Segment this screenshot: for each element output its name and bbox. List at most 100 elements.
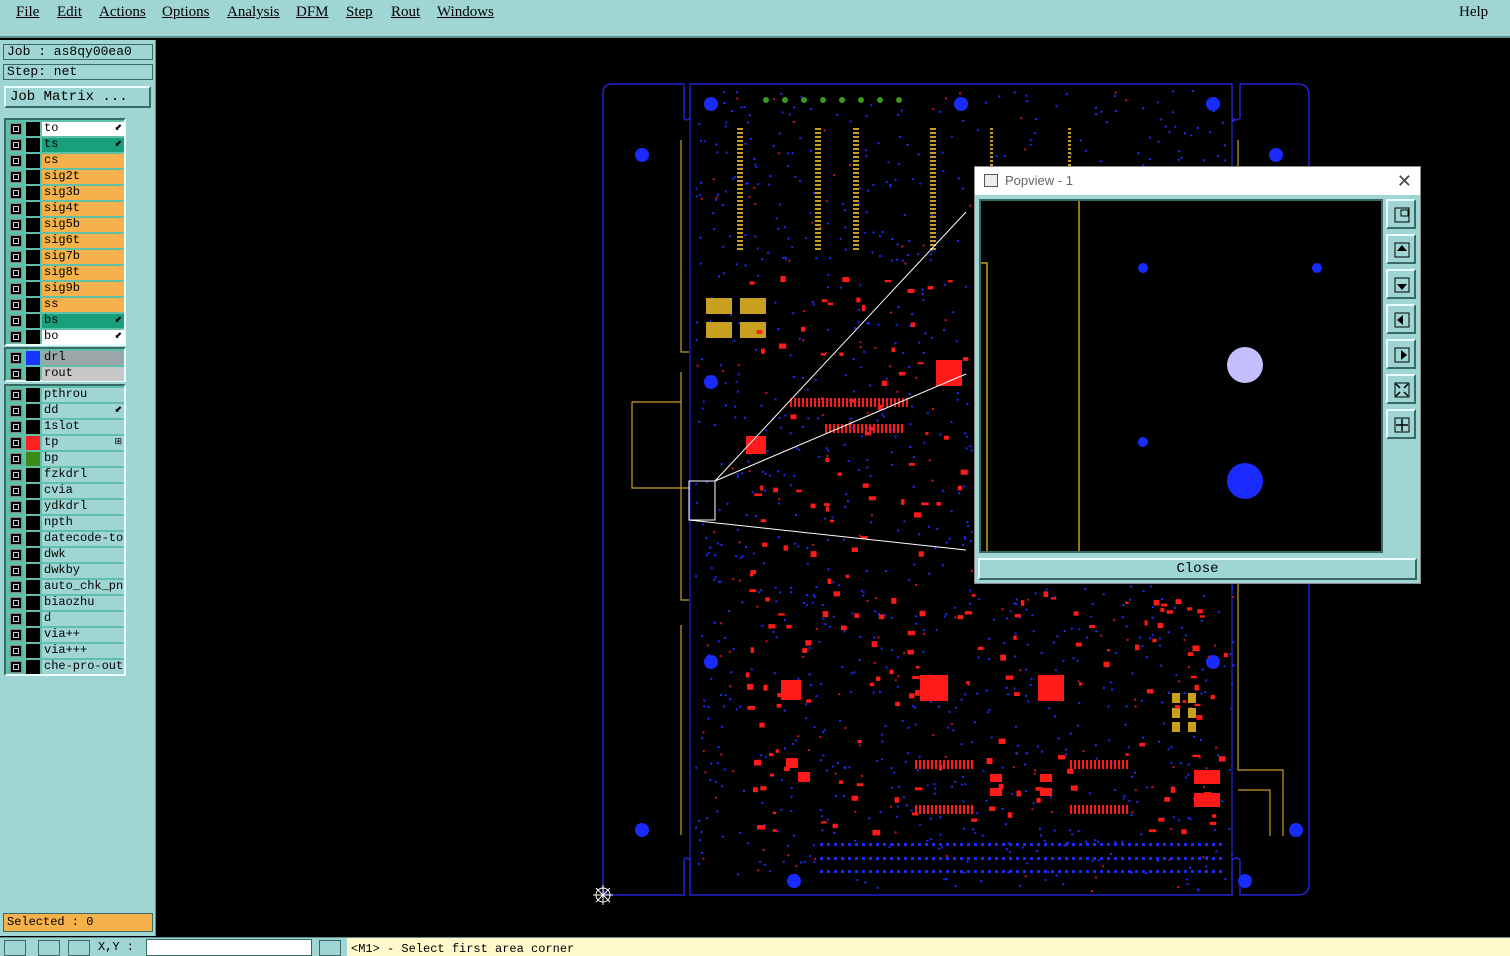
layer-checkbox[interactable] bbox=[10, 549, 22, 561]
layer-row-dwkby[interactable]: dwkby bbox=[8, 564, 124, 579]
layer-row-bo[interactable]: bo ⬋ bbox=[8, 330, 124, 345]
layer-color-swatch[interactable] bbox=[26, 154, 40, 168]
layer-name[interactable]: to ⬋ bbox=[42, 122, 124, 136]
layer-row-che-pro-out[interactable]: che-pro-out bbox=[8, 660, 124, 675]
layer-checkbox[interactable] bbox=[10, 485, 22, 497]
layer-name[interactable]: sig2t bbox=[42, 170, 124, 184]
layer-checkbox[interactable] bbox=[10, 421, 22, 433]
layer-color-swatch[interactable] bbox=[26, 436, 40, 450]
layer-color-swatch[interactable] bbox=[26, 532, 40, 546]
popview-close-button[interactable]: Close bbox=[978, 558, 1417, 580]
layer-color-swatch[interactable] bbox=[26, 484, 40, 498]
menu-help[interactable]: Help bbox=[1459, 4, 1488, 21]
layer-name[interactable]: drl bbox=[42, 351, 124, 365]
layer-color-swatch[interactable] bbox=[26, 404, 40, 418]
layer-row-drl[interactable]: drl bbox=[8, 351, 124, 366]
layer-color-swatch[interactable] bbox=[26, 186, 40, 200]
layer-color-swatch[interactable] bbox=[26, 170, 40, 184]
layer-checkbox[interactable] bbox=[10, 469, 22, 481]
layer-name[interactable]: ydkdrl bbox=[42, 500, 124, 514]
layer-name[interactable]: dwk bbox=[42, 548, 124, 562]
layer-name[interactable]: via++ bbox=[42, 628, 124, 642]
layer-row-ts[interactable]: ts ⬋ bbox=[8, 138, 124, 153]
pan-down-icon[interactable] bbox=[1386, 269, 1416, 299]
layer-color-swatch[interactable] bbox=[26, 420, 40, 434]
layer-checkbox[interactable] bbox=[10, 533, 22, 545]
layer-checkbox[interactable] bbox=[10, 389, 22, 401]
layer-name[interactable]: dwkby bbox=[42, 564, 124, 578]
layer-name[interactable]: ss bbox=[42, 298, 124, 312]
layer-name[interactable]: biaozhu bbox=[42, 596, 124, 610]
layer-checkbox[interactable] bbox=[10, 171, 22, 183]
layer-row-via+++[interactable]: via+++ bbox=[8, 644, 124, 659]
layer-name[interactable]: sig8t bbox=[42, 266, 124, 280]
zoom-out-icon[interactable] bbox=[1386, 409, 1416, 439]
pan-right-icon[interactable] bbox=[1386, 339, 1416, 369]
layer-row-pthrou[interactable]: pthrou bbox=[8, 388, 124, 403]
layer-color-swatch[interactable] bbox=[26, 122, 40, 136]
layer-row-sig2t[interactable]: sig2t bbox=[8, 170, 124, 185]
layer-checkbox[interactable] bbox=[10, 267, 22, 279]
layer-color-swatch[interactable] bbox=[26, 234, 40, 248]
menu-file[interactable]: File bbox=[16, 4, 39, 21]
layer-row-auto_chk_pn[interactable]: auto_chk_pn bbox=[8, 580, 124, 595]
pan-left-icon[interactable] bbox=[1386, 304, 1416, 334]
layer-name[interactable]: via+++ bbox=[42, 644, 124, 658]
menu-dfm[interactable]: DFM bbox=[296, 4, 329, 21]
layer-color-swatch[interactable] bbox=[26, 330, 40, 344]
layer-color-swatch[interactable] bbox=[26, 367, 40, 381]
layer-checkbox[interactable] bbox=[10, 203, 22, 215]
layer-checkbox[interactable] bbox=[10, 501, 22, 513]
layer-row-bp[interactable]: bp bbox=[8, 452, 124, 467]
layer-name[interactable]: ts ⬋ bbox=[42, 138, 124, 152]
layer-row-1slot[interactable]: 1slot bbox=[8, 420, 124, 435]
menu-options[interactable]: Options bbox=[162, 4, 210, 21]
layer-checkbox[interactable] bbox=[10, 597, 22, 609]
layer-checkbox[interactable] bbox=[10, 405, 22, 417]
pan-up-icon[interactable] bbox=[1386, 234, 1416, 264]
layer-name[interactable]: datecode-to bbox=[42, 532, 124, 546]
menu-windows[interactable]: Windows bbox=[437, 4, 494, 21]
layer-name[interactable]: sig4t bbox=[42, 202, 124, 216]
layer-checkbox[interactable] bbox=[10, 453, 22, 465]
menu-analysis[interactable]: Analysis bbox=[227, 4, 280, 21]
layer-color-swatch[interactable] bbox=[26, 468, 40, 482]
layer-name[interactable]: dd ⬋ bbox=[42, 404, 124, 418]
layer-row-sig3b[interactable]: sig3b bbox=[8, 186, 124, 201]
layer-color-swatch[interactable] bbox=[26, 202, 40, 216]
layer-checkbox[interactable] bbox=[10, 331, 22, 343]
layer-row-tp[interactable]: tp ⊞ bbox=[8, 436, 124, 451]
layer-color-swatch[interactable] bbox=[26, 266, 40, 280]
layer-name[interactable]: rout bbox=[42, 367, 124, 381]
layer-checkbox[interactable] bbox=[10, 219, 22, 231]
layer-color-swatch[interactable] bbox=[26, 548, 40, 562]
layer-color-swatch[interactable] bbox=[26, 516, 40, 530]
grid-icon[interactable] bbox=[68, 940, 90, 956]
layer-row-ss[interactable]: ss bbox=[8, 298, 124, 313]
layer-name[interactable]: d bbox=[42, 612, 124, 626]
layer-checkbox[interactable] bbox=[10, 123, 22, 135]
layer-color-swatch[interactable] bbox=[26, 596, 40, 610]
layer-checkbox[interactable] bbox=[10, 581, 22, 593]
pause-icon[interactable] bbox=[319, 940, 341, 956]
layer-name[interactable]: bs ⬋ bbox=[42, 314, 124, 328]
layer-row-fzkdrl[interactable]: fzkdrl bbox=[8, 468, 124, 483]
layer-color-swatch[interactable] bbox=[26, 660, 40, 674]
layer-checkbox[interactable] bbox=[10, 187, 22, 199]
layer-name[interactable]: sig5b bbox=[42, 218, 124, 232]
layer-color-swatch[interactable] bbox=[26, 564, 40, 578]
layer-color-swatch[interactable] bbox=[26, 452, 40, 466]
layer-name[interactable]: auto_chk_pn bbox=[42, 580, 124, 594]
layer-color-swatch[interactable] bbox=[26, 500, 40, 514]
layer-checkbox[interactable] bbox=[10, 155, 22, 167]
layer-color-swatch[interactable] bbox=[26, 298, 40, 312]
layer-checkbox[interactable] bbox=[10, 352, 22, 364]
layer-row-bs[interactable]: bs ⬋ bbox=[8, 314, 124, 329]
menu-step[interactable]: Step bbox=[346, 4, 373, 21]
xy-input[interactable] bbox=[146, 939, 312, 956]
layer-checkbox[interactable] bbox=[10, 645, 22, 657]
layer-row-sig5b[interactable]: sig5b bbox=[8, 218, 124, 233]
layer-name[interactable]: npth bbox=[42, 516, 124, 530]
menu-edit[interactable]: Edit bbox=[57, 4, 82, 21]
layer-name[interactable]: sig7b bbox=[42, 250, 124, 264]
